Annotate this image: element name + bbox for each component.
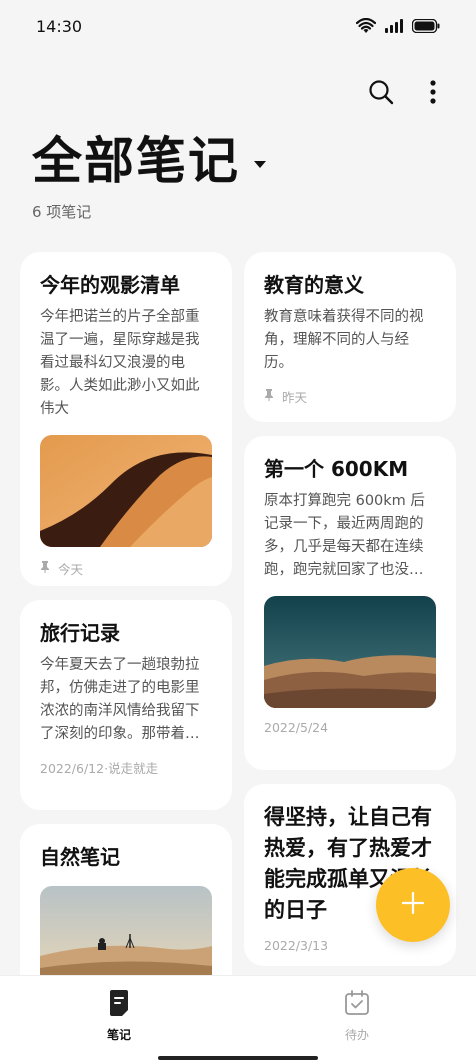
pin-icon — [264, 389, 274, 404]
note-body: 原本打算跑完 600km 后记录一下，最近两周跑的多，几乎是每天都在连续跑，跑完… — [264, 493, 425, 578]
page-title-dropdown[interactable]: 全部笔记 — [32, 128, 266, 194]
wifi-icon — [356, 18, 376, 34]
tab-todo-label: 待办 — [344, 1028, 369, 1042]
note-image — [264, 596, 436, 708]
tab-notes[interactable]: 笔记 — [0, 976, 238, 1064]
search-icon[interactable] — [364, 75, 398, 109]
more-options-icon[interactable] — [416, 75, 450, 109]
note-body: 教育意味着获得不同的视角，理解不同的人与经历。 — [264, 309, 424, 371]
home-indicator — [158, 1056, 318, 1060]
note-icon — [107, 990, 131, 1020]
note-title: 教育的意义 — [264, 273, 364, 297]
note-footer: 2022/5/24 — [264, 720, 436, 735]
status-icons — [356, 18, 440, 34]
note-date: 2022/3/13 — [264, 938, 329, 953]
pin-icon — [40, 561, 50, 576]
todo-icon — [344, 990, 370, 1020]
signal-icon — [384, 19, 404, 33]
status-time: 14:30 — [36, 16, 83, 36]
note-card[interactable]: 教育的意义 教育意味着获得不同的视角，理解不同的人与经历。 昨天 — [244, 252, 456, 422]
notes-column-right: 教育的意义 教育意味着获得不同的视角，理解不同的人与经历。 昨天 第一个 600… — [244, 252, 456, 966]
note-title: 今年的观影清单 — [40, 273, 180, 297]
note-date: 2022/6/12·说走就走 — [40, 761, 159, 776]
chevron-down-icon[interactable] — [254, 160, 266, 168]
add-note-button[interactable] — [376, 868, 450, 942]
note-date: 昨天 — [282, 390, 308, 405]
battery-icon — [412, 19, 440, 33]
note-title: 第一个 600KM — [264, 457, 409, 481]
note-footer: 今天 — [40, 559, 212, 578]
note-date: 2022/5/24 — [264, 720, 329, 735]
note-card[interactable]: 旅行记录 今年夏天去了一趟琅勃拉邦，仿佛走进了的电影里浓浓的南洋风情给我留下了深… — [20, 600, 232, 810]
note-body: 今年夏天去了一趟琅勃拉邦，仿佛走进了的电影里浓浓的南洋风情给我留下了深刻的印象。… — [40, 657, 200, 742]
note-title: 旅行记录 — [40, 621, 120, 645]
top-actions — [364, 72, 450, 112]
note-title: 自然笔记 — [40, 845, 120, 869]
note-image — [40, 435, 212, 547]
plus-icon — [401, 891, 425, 919]
notes-column-left: 今年的观影清单 今年把诺兰的片子全部重温了一遍，星际穿越是我看过最科幻又浪漫的电… — [20, 252, 232, 1004]
note-date: 今天 — [58, 562, 84, 577]
page-title: 全部笔记 — [32, 132, 240, 190]
note-card[interactable]: 今年的观影清单 今年把诺兰的片子全部重温了一遍，星际穿越是我看过最科幻又浪漫的电… — [20, 252, 232, 586]
tab-notes-label: 笔记 — [106, 1028, 131, 1042]
tab-todo[interactable]: 待办 — [238, 976, 476, 1064]
note-body: 今年把诺兰的片子全部重温了一遍，星际穿越是我看过最科幻又浪漫的电影。人类如此渺小… — [40, 309, 200, 417]
status-bar: 14:30 — [0, 0, 476, 52]
note-image — [40, 886, 212, 986]
bottom-nav: 笔记 待办 — [0, 975, 476, 1064]
note-footer: 2022/6/12·说走就走 — [40, 758, 212, 777]
note-count: 6 项笔记 — [32, 203, 92, 221]
note-footer: 昨天 — [264, 387, 436, 406]
note-card[interactable]: 第一个 600KM 原本打算跑完 600km 后记录一下，最近两周跑的多，几乎是… — [244, 436, 456, 770]
